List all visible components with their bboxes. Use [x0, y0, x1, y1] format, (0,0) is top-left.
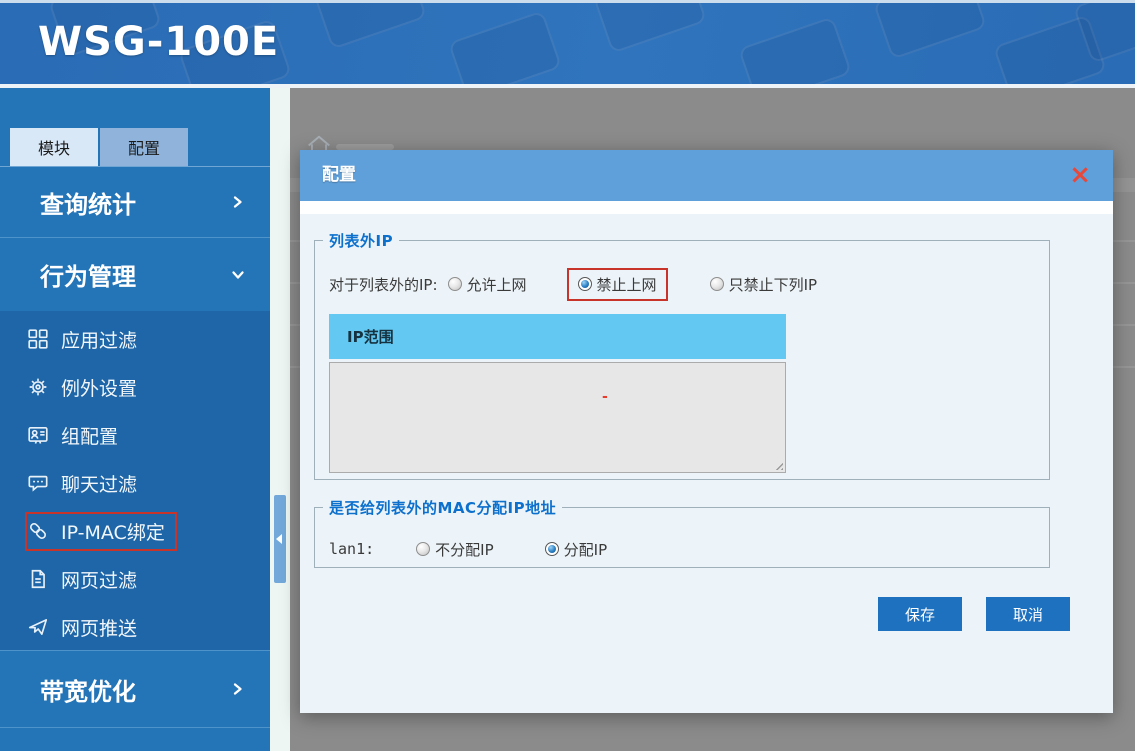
- sidebar-item-label: 网页推送: [61, 614, 137, 641]
- tab-config-label: 配置: [128, 135, 160, 159]
- sidebar-collapse-handle[interactable]: [274, 495, 286, 583]
- app-logo: WSG-100E: [38, 19, 279, 65]
- grid-icon: [27, 328, 49, 350]
- sidebar-item-label: 网页过滤: [61, 566, 137, 593]
- chevron-right-icon: [230, 681, 246, 697]
- radio-icon: [448, 277, 462, 291]
- group-card-icon: [27, 424, 49, 446]
- radio-assign-ip[interactable]: 分配IP: [543, 533, 609, 566]
- red-highlight-box: IP-MAC绑定: [25, 512, 177, 551]
- outside-ip-radio-row: 对于列表外的IP: 允许上网 禁止上网 只禁止下列IP: [329, 267, 819, 301]
- tab-modules-label: 模块: [38, 135, 70, 159]
- mac-assign-panel: 是否给列表外的MAC分配IP地址 lan1: 不分配IP 分配IP: [314, 497, 1050, 568]
- section-label: 带宽优化: [40, 672, 136, 707]
- chevron-right-icon: [230, 194, 246, 210]
- save-button[interactable]: 保存: [878, 597, 962, 631]
- radio-allow-internet[interactable]: 允许上网: [446, 268, 529, 301]
- webpage-icon: [27, 568, 49, 590]
- sidebar-item-web-push[interactable]: 网页推送: [0, 603, 270, 651]
- ip-range-table-header: IP范围: [329, 314, 786, 359]
- sidebar: 模块 配置 查询统计 行为管理: [0, 88, 270, 751]
- radio-icon: [416, 542, 430, 556]
- outside-ip-panel: 列表外IP 对于列表外的IP: 允许上网 禁止上网 只禁止下列IP IP范围: [314, 230, 1050, 480]
- chat-icon: [27, 472, 49, 494]
- outside-ip-row-label: 对于列表外的IP:: [329, 274, 438, 295]
- mac-assign-radio-row: lan1: 不分配IP 分配IP: [329, 532, 609, 566]
- sidebar-item-app-filter[interactable]: 应用过滤: [0, 315, 270, 363]
- sidebar-item-group-config[interactable]: 组配置: [0, 411, 270, 459]
- resize-handle-icon[interactable]: [773, 460, 783, 470]
- dialog-white-strip: [300, 201, 1113, 214]
- mac-assign-legend: 是否给列表外的MAC分配IP地址: [323, 497, 562, 518]
- outside-ip-legend: 列表外IP: [323, 230, 399, 251]
- sidebar-item-label: 例外设置: [61, 374, 137, 401]
- tab-config[interactable]: 配置: [100, 128, 188, 166]
- close-icon[interactable]: ×: [1069, 158, 1091, 192]
- dialog-titlebar: 配置 ×: [300, 150, 1113, 201]
- sidebar-section-behavior-mgmt[interactable]: 行为管理: [0, 239, 270, 310]
- radio-icon: [578, 277, 592, 291]
- section-label: 查询统计: [40, 185, 136, 220]
- sidebar-item-web-filter[interactable]: 网页过滤: [0, 555, 270, 603]
- chevron-down-icon: [230, 267, 246, 283]
- sidebar-gap-column: [270, 88, 290, 751]
- app-header: WSG-100E: [0, 3, 1135, 84]
- textarea-red-mark: -: [602, 389, 608, 405]
- sidebar-submenu: 应用过滤 例外设置 组配置: [0, 311, 270, 650]
- app-window: WSG-100E 模块 配置 查询统计 行为管理: [0, 0, 1135, 751]
- gear-icon: [27, 376, 49, 398]
- lan1-label: lan1:: [329, 540, 374, 558]
- dialog-title: 配置: [322, 150, 356, 201]
- sidebar-section-bandwidth-opt[interactable]: 带宽优化: [0, 650, 270, 728]
- radio-forbid-listed-only[interactable]: 只禁止下列IP: [708, 268, 819, 301]
- radio-icon: [710, 277, 724, 291]
- send-icon: [27, 616, 49, 638]
- sidebar-item-label: 聊天过滤: [61, 470, 137, 497]
- sidebar-item-ip-mac-binding[interactable]: IP-MAC绑定: [0, 507, 270, 555]
- sidebar-section-query-stats[interactable]: 查询统计: [0, 167, 270, 238]
- sidebar-item-exception-settings[interactable]: 例外设置: [0, 363, 270, 411]
- sidebar-item-label: 应用过滤: [61, 326, 137, 353]
- sidebar-tabs: 模块 配置: [10, 128, 190, 166]
- sidebar-item-label: 组配置: [61, 422, 118, 449]
- config-dialog: 配置 × 列表外IP 对于列表外的IP: 允许上网 禁止上网 只禁止下列IP: [300, 150, 1113, 713]
- radio-icon: [545, 542, 559, 556]
- radio-forbid-internet[interactable]: 禁止上网: [567, 268, 668, 301]
- collapse-arrow-icon: [276, 534, 282, 544]
- cancel-button[interactable]: 取消: [986, 597, 1070, 631]
- section-label: 行为管理: [40, 257, 136, 292]
- sidebar-item-chat-filter[interactable]: 聊天过滤: [0, 459, 270, 507]
- sidebar-item-label: IP-MAC绑定: [61, 518, 165, 545]
- ip-range-textarea[interactable]: -: [329, 362, 786, 473]
- link-icon: [27, 520, 49, 542]
- radio-no-assign-ip[interactable]: 不分配IP: [414, 533, 495, 566]
- tab-modules[interactable]: 模块: [10, 128, 98, 166]
